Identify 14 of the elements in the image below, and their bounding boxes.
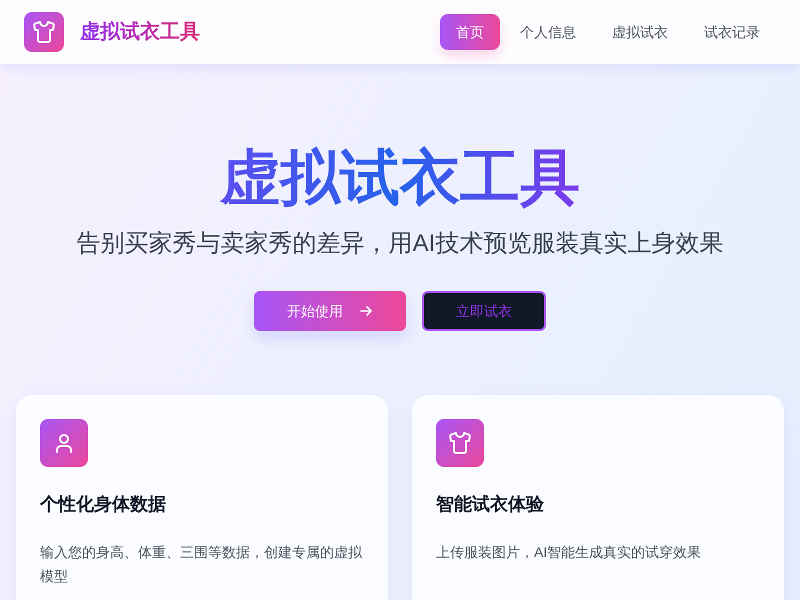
shirt-logo-icon: [24, 12, 64, 52]
person-icon: [40, 419, 88, 467]
feature-title: 个性化身体数据: [40, 493, 167, 516]
nav-link[interactable]: 虚拟试衣: [596, 14, 684, 50]
feature-description: 上传服装图片，AI智能生成真实的试穿效果: [436, 543, 702, 562]
start-button[interactable]: 开始使用: [254, 291, 406, 331]
shirt-icon: [436, 419, 484, 467]
arrow-right-icon: [359, 304, 373, 318]
nav-link[interactable]: 试衣记录: [688, 14, 776, 50]
feature-title: 智能试衣体验: [436, 493, 545, 516]
feature-description: 输入您的身高、体重、三围等数据，创建专属的虚拟模型: [40, 543, 363, 586]
nav-link[interactable]: 个人信息: [504, 14, 592, 50]
hero-subtitle: 告别买家秀与卖家秀的差异，用AI技术预览服装真实上身效果: [76, 229, 724, 259]
nav-link[interactable]: 首页: [440, 14, 500, 50]
